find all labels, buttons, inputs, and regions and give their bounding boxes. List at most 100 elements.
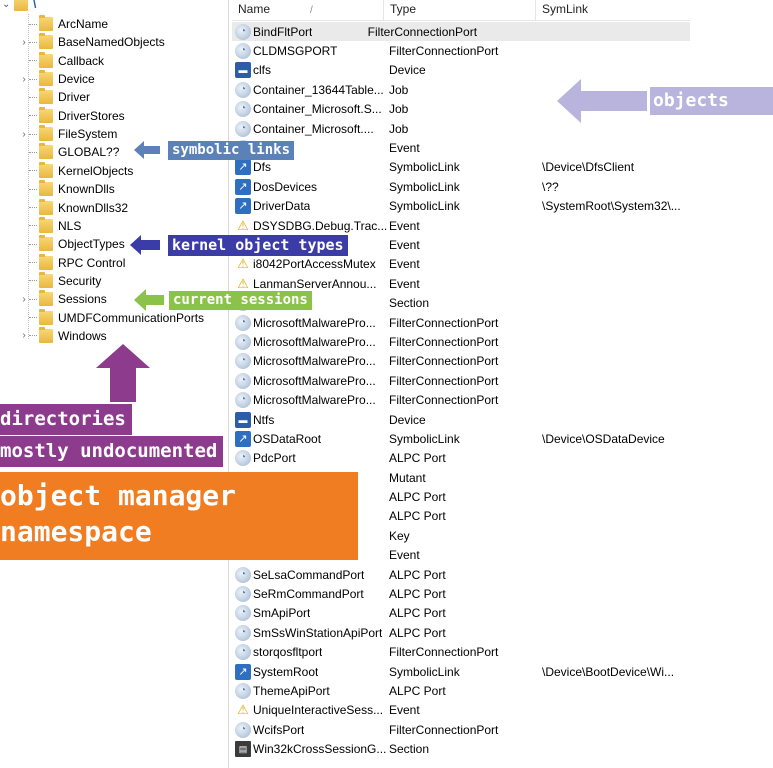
object-type: ALPC Port: [389, 683, 446, 698]
tree-item[interactable]: DriverStores: [19, 106, 125, 125]
tree-item[interactable]: Security: [19, 271, 102, 290]
tree-item[interactable]: UMDFCommunicationPorts: [19, 308, 204, 327]
tree-item[interactable]: Driver: [19, 88, 90, 106]
table-row[interactable]: ▤ Win32kCrossSessionG... Section: [232, 739, 773, 758]
table-row[interactable]: ◔ MicrosoftMalwarePro... FilterConnectionP…: [232, 371, 773, 390]
object-type: FilterConnectionPort: [389, 354, 499, 369]
object-type: Device: [389, 412, 426, 427]
column-header-type[interactable]: Type: [384, 0, 536, 20]
port-icon: ◔: [235, 333, 251, 350]
tree-item[interactable]: NLS: [19, 216, 81, 235]
tree-item-label: BaseNamedObjects: [58, 35, 165, 50]
tree-item-label: KnownDlls32: [58, 200, 129, 215]
tree-item[interactable]: GLOBAL??: [19, 143, 119, 161]
object-type: FilterConnectionPort: [389, 44, 499, 59]
tree-item[interactable]: › FileSystem: [19, 125, 117, 143]
object-type: FilterConnectionPort: [367, 24, 478, 39]
object-type: Section: [389, 296, 430, 311]
column-header-symlink[interactable]: SymLink: [536, 0, 690, 20]
tree-item[interactable]: KernelObjects: [19, 161, 133, 180]
folder-icon: [39, 143, 53, 160]
current-sessions-label: current sessions: [169, 291, 312, 310]
tree-item[interactable]: › Device: [19, 70, 95, 88]
tree-connector: [29, 133, 37, 135]
table-row[interactable]: ◔ CLDMSGPORT FilterConnectionPort: [232, 41, 773, 60]
pane-splitter[interactable]: [228, 0, 229, 768]
object-type: Job: [389, 82, 409, 97]
tree-root[interactable]: ⌄ \: [2, 0, 36, 13]
table-row[interactable]: ◔ ThemeApiPort ALPC Port: [232, 681, 773, 700]
table-row[interactable]: ◔eSection: [232, 293, 773, 312]
port-icon: ◔: [235, 101, 251, 118]
table-row[interactable]: ↗ SystemRoot SymbolicLink \Device\BootDevic…: [232, 662, 773, 681]
list-header: Name / Type SymLink: [232, 0, 690, 21]
port-icon: ◔: [235, 644, 251, 661]
chevron-right-icon[interactable]: ›: [19, 129, 29, 140]
tree-item[interactable]: RPC Control: [19, 253, 125, 272]
column-header-name[interactable]: Name /: [232, 0, 384, 20]
object-type: Event: [389, 548, 420, 563]
object-name: OSDataRoot: [253, 431, 322, 446]
tree-item[interactable]: › Windows: [19, 326, 107, 345]
tree-item[interactable]: ArcName: [19, 15, 108, 33]
cell-name: ◔ PdcPort: [232, 450, 389, 467]
tree-item[interactable]: Callback: [19, 51, 104, 70]
cell-name: ↗ DosDevices: [232, 178, 389, 195]
tree-item[interactable]: KnownDlls32: [19, 198, 129, 217]
warning-icon: ⚠: [237, 256, 249, 272]
folder-icon: [39, 125, 53, 142]
chevron-right-icon[interactable]: ›: [19, 330, 29, 341]
object-type: Section: [389, 742, 430, 757]
chevron-right-icon[interactable]: ›: [19, 294, 29, 305]
tree-item-label: Security: [58, 273, 102, 288]
chevron-right-icon[interactable]: ›: [19, 37, 29, 48]
object-name: ThemeApiPort: [253, 683, 330, 698]
port-icon: ◔: [235, 566, 251, 583]
table-row[interactable]: ◔ventEvent: [232, 138, 773, 157]
object-type: Mutant: [389, 470, 426, 485]
table-row[interactable]: ◔ MicrosoftMalwarePro... FilterConnectionP…: [232, 390, 773, 409]
table-row[interactable]: ◔ SeRmCommandPort ALPC Port: [232, 584, 773, 603]
tree-item[interactable]: › Sessions: [19, 290, 107, 308]
port-icon: ◔: [235, 372, 251, 389]
chevron-right-icon[interactable]: ›: [19, 74, 29, 85]
object-type: FilterConnectionPort: [389, 722, 499, 737]
table-row[interactable]: ◔ MicrosoftMalwarePro... FilterConnectionP…: [232, 313, 773, 332]
table-row[interactable]: ⚠ LanmanServerAnnou... Event: [232, 274, 773, 293]
table-row[interactable]: ◔ BindFltPort FilterConnectionPort: [232, 22, 690, 42]
table-row[interactable]: ↗ Dfs SymbolicLink \Device\DfsClient: [232, 158, 773, 177]
table-row[interactable]: ◔ MicrosoftMalwarePro... FilterConnectionP…: [232, 332, 773, 351]
table-row[interactable]: ↗ OSDataRoot SymbolicLink \Device\OSDataDev…: [232, 429, 773, 448]
tree-item-label: ArcName: [58, 17, 109, 31]
port-icon: ◔: [235, 43, 251, 60]
tree-item[interactable]: KnownDlls: [19, 180, 115, 198]
object-type: Event: [389, 237, 420, 252]
tree-item[interactable]: › BaseNamedObjects: [19, 33, 165, 51]
tree-item[interactable]: ObjectTypes: [19, 235, 125, 253]
tree-root-label: \: [33, 0, 37, 11]
tree-connector: [29, 243, 37, 245]
chevron-down-icon[interactable]: ⌄: [2, 0, 14, 10]
table-row[interactable]: ⚠ UniqueInteractiveSess... Event: [232, 701, 773, 720]
table-row[interactable]: ◔ WcifsPort FilterConnectionPort: [232, 720, 773, 739]
table-row[interactable]: ⚠ DSYSDBG.Debug.Trac... Event: [232, 216, 773, 235]
cell-name: ▬ Ntfs: [232, 411, 389, 428]
table-row[interactable]: ◔ SmSsWinStationApiPort ALPC Port: [232, 623, 773, 642]
port-icon: ◔: [235, 23, 251, 40]
object-name: SmApiPort: [253, 606, 311, 621]
table-row[interactable]: ◔ SeLsaCommandPort ALPC Port: [232, 565, 773, 584]
table-row[interactable]: ◔ storqosfltport FilterConnectionPort: [232, 643, 773, 662]
port-icon: ◔: [235, 120, 251, 137]
table-row[interactable]: ◔ Container_Microsoft.... Job: [232, 119, 773, 138]
cell-name: ◔ BindFltPort: [232, 23, 368, 40]
table-row[interactable]: ◔ SmApiPort ALPC Port: [232, 604, 773, 623]
table-row[interactable]: ⚠ i8042PortAccessMutex Event: [232, 255, 773, 274]
table-row[interactable]: ▬ clfs Device: [232, 61, 773, 80]
table-row[interactable]: ◔ PdcPort ALPC Port: [232, 449, 773, 468]
table-row[interactable]: ▬ Ntfs Device: [232, 410, 773, 429]
table-row[interactable]: ↗ DosDevices SymbolicLink \??: [232, 177, 773, 196]
table-row[interactable]: ◔ MicrosoftMalwarePro... FilterConnectionP…: [232, 352, 773, 371]
cell-name: ⚠ UniqueInteractiveSess...: [232, 702, 389, 718]
tree-item-label: ObjectTypes: [58, 237, 125, 252]
table-row[interactable]: ↗ DriverData SymbolicLink \SystemRoot\Syste…: [232, 197, 773, 216]
